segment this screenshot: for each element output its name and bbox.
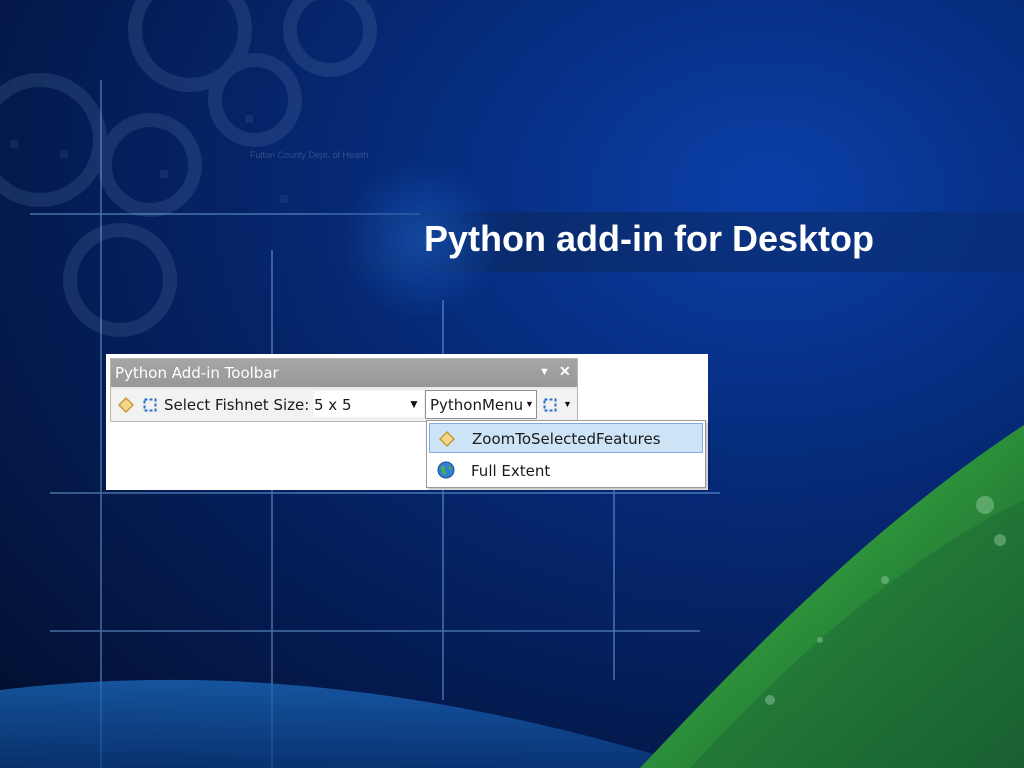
diamond-icon[interactable] bbox=[117, 396, 135, 414]
fishnet-size-value: 5 x 5 bbox=[314, 396, 352, 414]
menu-item-full-extent[interactable]: Full Extent bbox=[429, 456, 703, 486]
globe-icon bbox=[437, 461, 455, 479]
select-box-icon[interactable] bbox=[543, 398, 557, 412]
menu-item-label: ZoomToSelectedFeatures bbox=[472, 430, 661, 448]
python-menu-dropdown: ZoomToSelectedFeatures Full Extent bbox=[426, 420, 706, 488]
toolbar-titlebar[interactable]: Python Add-in Toolbar ▼ ✕ bbox=[111, 359, 577, 387]
close-icon[interactable]: ✕ bbox=[559, 363, 571, 380]
menu-item-zoom-to-selected[interactable]: ZoomToSelectedFeatures bbox=[429, 423, 703, 453]
svg-text:Fulton County Dept. of Health: Fulton County Dept. of Health bbox=[250, 150, 369, 160]
slide-title: Python add-in for Desktop bbox=[424, 218, 874, 259]
python-menu-button[interactable]: PythonMenu ▼ bbox=[425, 390, 537, 419]
map-texture bbox=[0, 0, 377, 337]
select-box-icon[interactable] bbox=[143, 398, 157, 412]
python-menu-label: PythonMenu bbox=[430, 396, 524, 414]
python-addin-toolbar: Python Add-in Toolbar ▼ ✕ Select Fishnet… bbox=[110, 358, 578, 422]
toolbar-title: Python Add-in Toolbar bbox=[115, 364, 279, 382]
menu-item-label: Full Extent bbox=[471, 462, 551, 480]
diamond-icon bbox=[438, 430, 456, 448]
chevron-down-icon[interactable]: ▼ bbox=[563, 399, 572, 409]
fishnet-size-label: Select Fishnet Size: bbox=[164, 396, 310, 414]
chevron-down-icon[interactable]: ▼ bbox=[408, 397, 420, 411]
toolbar-row: Select Fishnet Size: 5 x 5 ▼ PythonMenu … bbox=[111, 389, 577, 421]
toolbar-screenshot: Python Add-in Toolbar ▼ ✕ Select Fishnet… bbox=[106, 354, 708, 490]
toolbar-options-icon[interactable]: ▼ bbox=[539, 366, 550, 378]
chevron-down-icon: ▼ bbox=[525, 399, 534, 409]
